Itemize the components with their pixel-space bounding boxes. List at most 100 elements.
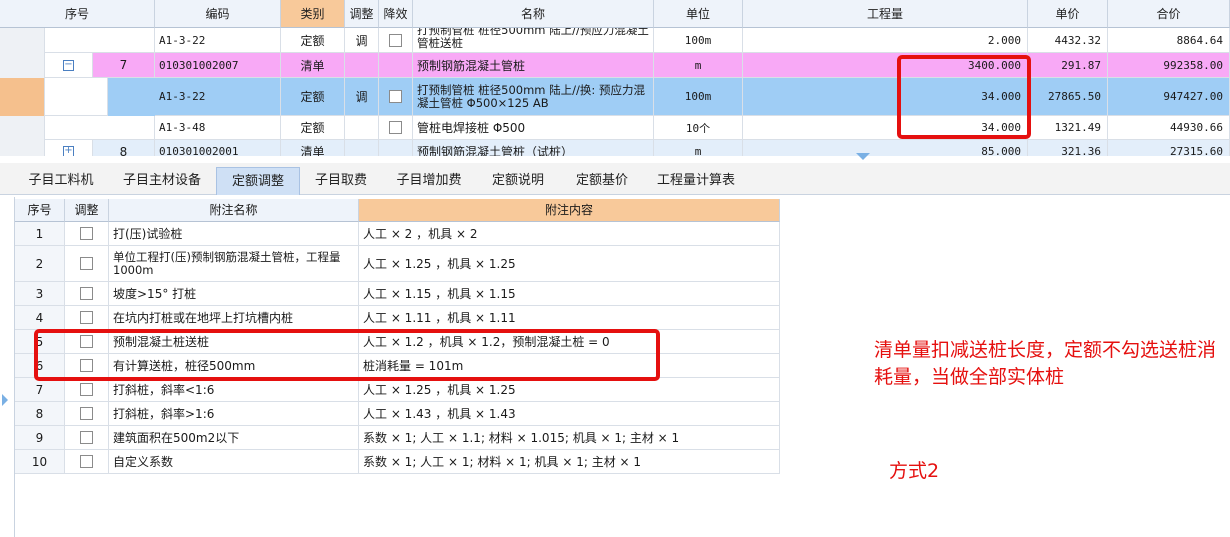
code-cell[interactable]: A1-3-22 <box>155 28 281 53</box>
adjust-checkbox[interactable] <box>80 287 93 300</box>
reduce-cell[interactable] <box>379 116 413 140</box>
reduce-cell[interactable] <box>379 78 413 116</box>
list-item[interactable]: 1 打(压)试验桩 人工 × 2 ，机具 × 2 <box>15 222 780 246</box>
note-name-cell[interactable]: 在坑内打桩或在地坪上打坑槽内桩 <box>109 306 359 330</box>
list-item[interactable]: 3 坡度>15° 打桩 人工 × 1.15 ，机具 × 1.15 <box>15 282 780 306</box>
col-header-seq[interactable]: 序号 <box>0 0 155 28</box>
category-cell[interactable]: 定额 <box>281 116 345 140</box>
reduce-checkbox[interactable] <box>389 33 402 47</box>
tab-quota-base-price[interactable]: 定额基价 <box>564 167 640 195</box>
note-content-cell[interactable]: 人工 × 1.25 ，机具 × 1.25 <box>359 246 780 282</box>
note-content-cell[interactable]: 人工 × 1.25 ，机具 × 1.25 <box>359 378 780 402</box>
code-cell[interactable]: A1-3-22 <box>155 78 281 116</box>
panel-expand-icon[interactable] <box>2 394 8 406</box>
adjust-cell[interactable] <box>65 426 109 450</box>
adjust-cell[interactable]: 调 <box>345 78 379 116</box>
list-item[interactable]: 9 建筑面积在500m2以下 系数 × 1; 人工 × 1.1; 材料 × 1.01… <box>15 426 780 450</box>
unit-cell[interactable]: 10个 <box>654 116 743 140</box>
adjust-cell[interactable] <box>65 222 109 246</box>
tab-quantity-calculation[interactable]: 工程量计算表 <box>648 167 744 195</box>
code-cell[interactable]: 010301002001 <box>155 140 281 156</box>
col-header-quantity[interactable]: 工程量 <box>743 0 1028 28</box>
note-name-cell[interactable]: 建筑面积在500m2以下 <box>109 426 359 450</box>
col-header-note-content[interactable]: 附注内容 <box>359 199 780 222</box>
adjust-cell[interactable] <box>65 402 109 426</box>
name-cell[interactable]: 预制钢筋混凝土管桩（试桩） <box>413 140 654 156</box>
col-header-category[interactable]: 类别 <box>281 0 345 28</box>
name-cell[interactable]: 打预制管桩 桩径500mm 陆上//换: 预应力混凝土管桩 Φ500×125 A… <box>413 78 654 116</box>
list-item[interactable]: 4 在坑内打桩或在地坪上打坑槽内桩 人工 × 1.11 ，机具 × 1.11 <box>15 306 780 330</box>
col-header-adjust[interactable]: 调整 <box>65 199 109 222</box>
adjust-cell[interactable] <box>65 450 109 474</box>
unit-cell[interactable]: m <box>654 53 743 78</box>
list-item[interactable]: 2 单位工程打(压)预制钢筋混凝土管桩，工程量1000m 人工 × 1.25 ，机具… <box>15 246 780 282</box>
col-header-total[interactable]: 合价 <box>1108 0 1230 28</box>
table-row[interactable]: A1-3-48 定额 管桩电焊接桩 Φ500 10个 34.000 1321.4… <box>0 116 1230 140</box>
name-cell[interactable]: 打预制管桩 桩径500mm 陆上//预应力混凝土管桩送桩 <box>413 28 654 53</box>
adjust-checkbox[interactable] <box>80 407 93 420</box>
list-item[interactable]: 7 打斜桩，斜率<1:6 人工 × 1.25 ，机具 × 1.25 <box>15 378 780 402</box>
adjust-checkbox[interactable] <box>80 455 93 468</box>
table-row[interactable]: + 8 010301002001 清单 预制钢筋混凝土管桩（试桩） m 85.0… <box>0 140 1230 156</box>
tab-additional-fee[interactable]: 子目增加费 <box>386 167 472 195</box>
note-content-cell[interactable]: 系数 × 1; 人工 × 1; 材料 × 1; 机具 × 1; 主材 × 1 <box>359 450 780 474</box>
tab-quota-description[interactable]: 定额说明 <box>480 167 556 195</box>
reduce-checkbox[interactable] <box>389 90 402 103</box>
reduce-checkbox[interactable] <box>389 121 402 134</box>
unit-cell[interactable]: 100m <box>654 28 743 53</box>
note-name-cell[interactable]: 打斜桩，斜率>1:6 <box>109 402 359 426</box>
adjust-cell[interactable] <box>65 282 109 306</box>
note-content-cell[interactable]: 系数 × 1; 人工 × 1.1; 材料 × 1.015; 机具 × 1; 主材… <box>359 426 780 450</box>
note-content-cell[interactable]: 人工 × 1.15 ，机具 × 1.15 <box>359 282 780 306</box>
tab-fee-taking[interactable]: 子目取费 <box>304 167 378 195</box>
expand-icon[interactable]: + <box>63 146 74 156</box>
adjust-checkbox[interactable] <box>80 257 93 270</box>
splitter-arrow-icon[interactable] <box>856 153 870 160</box>
note-content-cell[interactable]: 人工 × 1.43 ，机具 × 1.43 <box>359 402 780 426</box>
adjust-cell[interactable] <box>345 116 379 140</box>
table-row[interactable]: A1-3-22 定额 调 打预制管桩 桩径500mm 陆上//预应力混凝土管桩送… <box>0 28 1230 53</box>
adjust-checkbox[interactable] <box>80 431 93 444</box>
quantity-cell[interactable]: 2.000 <box>743 28 1028 53</box>
adjust-checkbox[interactable] <box>80 227 93 240</box>
tab-quota-adjust[interactable]: 定额调整 <box>216 167 300 195</box>
note-name-cell[interactable]: 打斜桩，斜率<1:6 <box>109 378 359 402</box>
adjust-checkbox[interactable] <box>80 383 93 396</box>
name-cell[interactable]: 管桩电焊接桩 Φ500 <box>413 116 654 140</box>
col-header-seq[interactable]: 序号 <box>15 199 65 222</box>
code-cell[interactable]: 010301002007 <box>155 53 281 78</box>
reduce-cell[interactable] <box>379 28 413 53</box>
category-cell[interactable]: 定额 <box>281 78 345 116</box>
adjust-cell[interactable] <box>345 53 379 78</box>
quantity-cell[interactable]: 85.000 <box>743 140 1028 156</box>
tree-toggle[interactable]: − <box>45 53 93 78</box>
note-name-cell[interactable]: 打(压)试验桩 <box>109 222 359 246</box>
code-cell[interactable]: A1-3-48 <box>155 116 281 140</box>
adjust-cell[interactable] <box>65 378 109 402</box>
name-cell[interactable]: 预制钢筋混凝土管桩 <box>413 53 654 78</box>
tab-labor-material-machine[interactable]: 子目工料机 <box>18 167 104 195</box>
collapse-icon[interactable]: − <box>63 59 74 71</box>
note-name-cell[interactable]: 单位工程打(压)预制钢筋混凝土管桩，工程量1000m <box>109 246 359 282</box>
note-content-cell[interactable]: 人工 × 1.11 ，机具 × 1.11 <box>359 306 780 330</box>
category-cell[interactable]: 清单 <box>281 53 345 78</box>
note-content-cell[interactable]: 人工 × 2 ，机具 × 2 <box>359 222 780 246</box>
col-header-name[interactable]: 名称 <box>413 0 654 28</box>
tab-main-material-equipment[interactable]: 子目主材设备 <box>112 167 212 195</box>
adjust-cell[interactable] <box>65 246 109 282</box>
list-item[interactable]: 10 自定义系数 系数 × 1; 人工 × 1; 材料 × 1; 机具 × 1; 主… <box>15 450 780 474</box>
col-header-unit-price[interactable]: 单价 <box>1028 0 1108 28</box>
tree-toggle[interactable]: + <box>45 140 93 156</box>
category-cell[interactable]: 清单 <box>281 140 345 156</box>
col-header-adjust[interactable]: 调整 <box>345 0 379 28</box>
adjust-cell[interactable] <box>65 306 109 330</box>
col-header-code[interactable]: 编码 <box>155 0 281 28</box>
unit-cell[interactable]: 100m <box>654 78 743 116</box>
col-header-unit[interactable]: 单位 <box>654 0 743 28</box>
col-header-note-name[interactable]: 附注名称 <box>109 199 359 222</box>
adjust-cell[interactable] <box>345 140 379 156</box>
category-cell[interactable]: 定额 <box>281 28 345 53</box>
table-row[interactable]: − 7 010301002007 清单 预制钢筋混凝土管桩 m 3400.000… <box>0 53 1230 78</box>
col-header-reduce[interactable]: 降效 <box>379 0 413 28</box>
note-name-cell[interactable]: 坡度>15° 打桩 <box>109 282 359 306</box>
